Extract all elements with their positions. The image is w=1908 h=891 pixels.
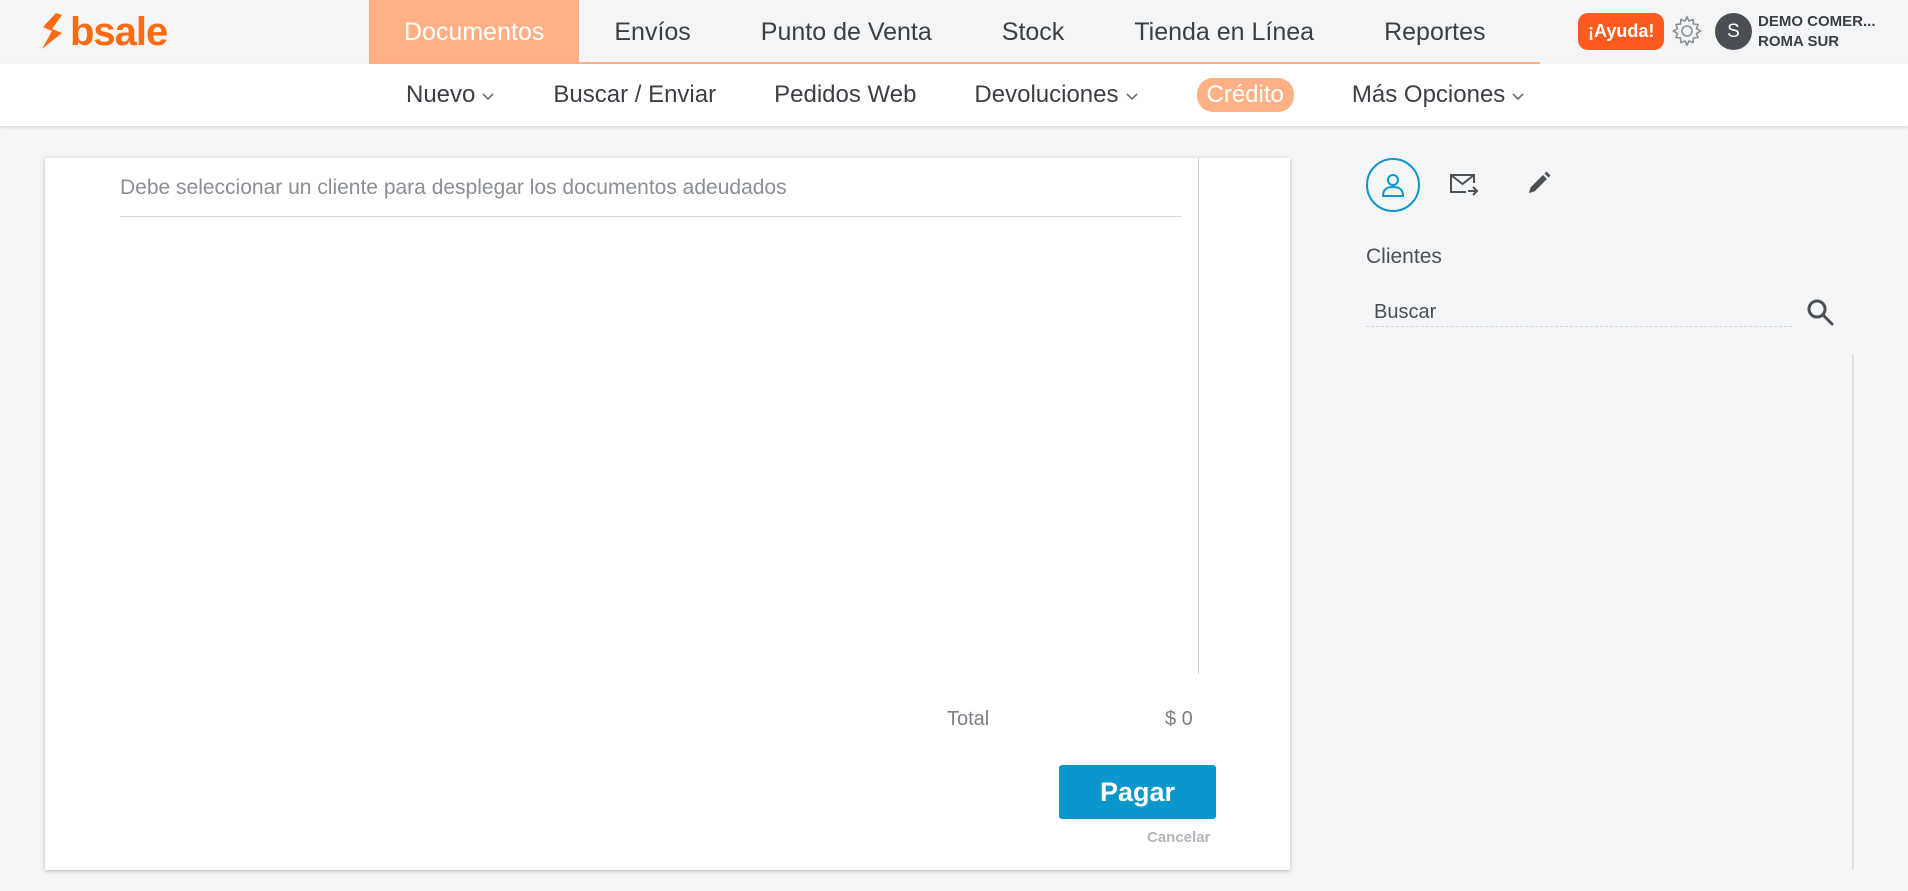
search-icon[interactable] <box>1805 297 1835 327</box>
avatar[interactable]: S <box>1715 13 1752 50</box>
empty-documents-message: Debe seleccionar un cliente para despleg… <box>120 176 1182 217</box>
subnav-nuevo[interactable]: Nuevo <box>377 81 524 109</box>
chevron-down-icon <box>482 93 494 101</box>
edit-tab[interactable] <box>1512 158 1564 210</box>
subnav-credito[interactable]: Crédito <box>1168 78 1323 112</box>
bsale-logo-icon <box>42 13 62 49</box>
subnav-nuevo-label: Nuevo <box>406 81 476 108</box>
subnav-buscar-enviar[interactable]: Buscar / Enviar <box>524 81 745 109</box>
pencil-icon <box>1529 171 1551 193</box>
chevron-down-icon <box>1512 93 1524 101</box>
total-value: $ 0 <box>1165 708 1193 730</box>
subnav-credito-label: Crédito <box>1196 78 1294 112</box>
nav-punto-de-venta[interactable]: Punto de Venta <box>726 0 967 64</box>
nav-documentos[interactable]: Documentos <box>369 0 580 64</box>
sub-nav-bar: Nuevo Buscar / Enviar Pedidos Web Devolu… <box>0 64 1908 126</box>
subnav-devoluciones[interactable]: Devoluciones <box>945 81 1167 109</box>
brand-name: bsale <box>70 10 168 54</box>
subnav-pedidos-web-label: Pedidos Web <box>774 81 917 108</box>
help-button[interactable]: ¡Ayuda! <box>1578 13 1665 50</box>
account-line-1: DEMO COMER... <box>1758 13 1876 30</box>
top-bar: bsale Documentos Envíos Punto de Venta S… <box>0 0 1908 64</box>
nav-tienda-en-linea[interactable]: Tienda en Línea <box>1099 0 1349 64</box>
gear-icon[interactable] <box>1670 14 1704 48</box>
cancel-link[interactable]: Cancelar <box>1147 829 1210 846</box>
account-name[interactable]: DEMO COMER... ROMA SUR <box>1758 12 1876 52</box>
nav-envios[interactable]: Envíos <box>579 0 725 64</box>
client-search-input[interactable] <box>1372 296 1776 328</box>
subnav-mas-opciones[interactable]: Más Opciones <box>1323 81 1554 109</box>
nav-stock[interactable]: Stock <box>967 0 1100 64</box>
client-search-box <box>1366 296 1792 328</box>
mail-forward-icon <box>1450 174 1479 196</box>
subnav-pedidos-web[interactable]: Pedidos Web <box>745 81 945 109</box>
chevron-down-icon <box>1125 93 1138 101</box>
credit-documents-card: Debe seleccionar un cliente para despleg… <box>45 158 1290 870</box>
email-tab[interactable] <box>1438 158 1490 210</box>
brand-logo[interactable]: bsale <box>38 10 168 54</box>
clients-title: Clientes <box>1366 245 1442 268</box>
clients-list-scrollbar[interactable] <box>1852 354 1854 870</box>
main-nav: Documentos Envíos Punto de Venta Stock T… <box>369 0 1521 64</box>
account-line-2: ROMA SUR <box>1758 33 1840 50</box>
column-divider <box>1198 158 1199 674</box>
subnav-devoluciones-label: Devoluciones <box>974 81 1119 108</box>
subnav-buscar-enviar-label: Buscar / Enviar <box>553 81 717 108</box>
nav-reportes[interactable]: Reportes <box>1349 0 1520 64</box>
sub-nav: Nuevo Buscar / Enviar Pedidos Web Devolu… <box>377 64 1554 126</box>
pay-button[interactable]: Pagar <box>1059 765 1216 819</box>
client-tab[interactable] <box>1366 158 1420 212</box>
subnav-mas-opciones-label: Más Opciones <box>1351 81 1506 108</box>
user-icon <box>1381 174 1405 197</box>
total-label: Total <box>947 708 990 730</box>
